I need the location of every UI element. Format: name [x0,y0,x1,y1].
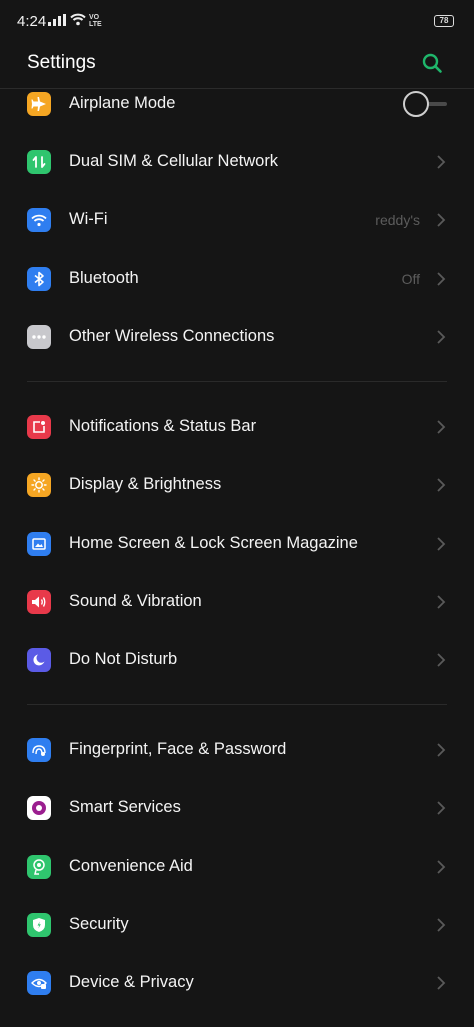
search-icon[interactable] [421,52,443,74]
status-time: 4:24 [17,13,47,30]
status-bar: 4:24 VO LTE 78 [0,0,474,44]
chevron-right-icon [437,272,446,286]
display-row[interactable]: Display & Brightness [0,456,474,514]
fingerprint-row[interactable]: Fingerprint, Face & Password [0,721,474,779]
moon-icon [27,648,51,672]
more-icon [27,325,51,349]
volte-indicator: VO LTE [89,14,102,28]
notifications-label: Notifications & Status Bar [69,417,257,435]
chevron-right-icon [437,213,446,227]
sound-icon [27,590,51,614]
bluetooth-row[interactable]: Bluetooth Off [0,250,474,308]
sim-icon [27,150,51,174]
wifi-label: Wi-Fi [69,210,108,228]
airplane-mode-label: Airplane Mode [69,94,176,112]
bluetooth-value: Off [401,271,420,287]
wifi-row[interactable]: Wi-Fi reddy's [0,191,474,249]
sound-row[interactable]: Sound & Vibration [0,573,474,631]
chevron-right-icon [437,420,446,434]
battery-icon: 78 [434,15,454,27]
airplane-mode-row[interactable]: Airplane Mode [0,75,474,133]
smart-services-icon [27,796,51,820]
chevron-right-icon [437,918,446,932]
shield-icon [27,913,51,937]
other-wireless-row[interactable]: Other Wireless Connections [0,308,474,366]
dual-sim-label: Dual SIM & Cellular Network [69,152,279,170]
wifi-status-icon [70,13,86,26]
section-divider [27,704,447,705]
notifications-row[interactable]: Notifications & Status Bar [0,398,474,456]
wifi-value: reddy's [375,212,420,228]
chevron-right-icon [437,330,446,344]
do-not-disturb-label: Do Not Disturb [69,650,178,668]
security-label: Security [69,915,129,933]
bluetooth-icon [27,267,51,291]
home-screen-row[interactable]: Home Screen & Lock Screen Magazine [0,515,474,573]
chevron-right-icon [437,976,446,990]
do-not-disturb-row[interactable]: Do Not Disturb [0,631,474,689]
display-label: Display & Brightness [69,475,222,493]
chevron-right-icon [437,595,446,609]
brightness-icon [27,473,51,497]
airplane-toggle[interactable] [403,91,429,117]
airplane-icon [27,92,51,116]
chevron-right-icon [437,801,446,815]
chevron-right-icon [437,155,446,169]
security-row[interactable]: Security [0,896,474,954]
fingerprint-icon [27,738,51,762]
chevron-right-icon [437,537,446,551]
dual-sim-row[interactable]: Dual SIM & Cellular Network [0,133,474,191]
device-privacy-label: Device & Privacy [69,973,194,991]
wallpaper-icon [27,532,51,556]
page-title: Settings [27,52,96,73]
privacy-icon [27,971,51,995]
cellular-signal-icon [48,14,66,26]
convenience-aid-row[interactable]: Convenience Aid [0,838,474,896]
chevron-right-icon [437,743,446,757]
notification-icon [27,415,51,439]
device-privacy-row[interactable]: Device & Privacy [0,954,474,1012]
convenience-aid-label: Convenience Aid [69,857,193,875]
section-divider [27,381,447,382]
chevron-right-icon [437,653,446,667]
wifi-icon [27,208,51,232]
chevron-right-icon [437,478,446,492]
other-wireless-label: Other Wireless Connections [69,327,275,345]
smart-services-row[interactable]: Smart Services [0,779,474,837]
convenience-icon [27,855,51,879]
fingerprint-label: Fingerprint, Face & Password [69,740,287,758]
chevron-right-icon [437,860,446,874]
smart-services-label: Smart Services [69,798,181,816]
bluetooth-label: Bluetooth [69,269,139,287]
home-screen-label: Home Screen & Lock Screen Magazine [69,534,358,552]
sound-label: Sound & Vibration [69,592,202,610]
